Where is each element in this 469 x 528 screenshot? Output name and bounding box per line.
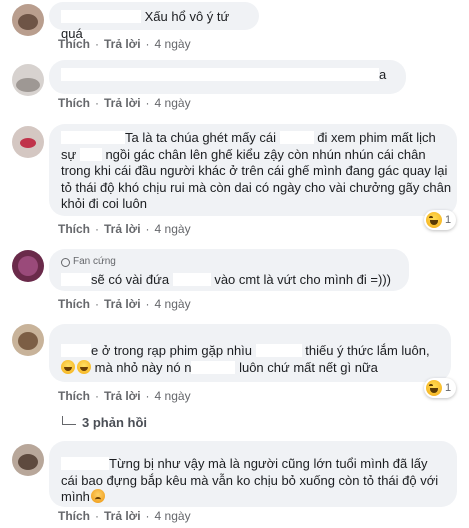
avatar[interactable] bbox=[12, 4, 44, 36]
comment-text: mình bbox=[61, 489, 90, 504]
reply-arrow-icon bbox=[62, 416, 76, 425]
comment-bubble: Fan cứng sẽ có vài đứa vào cmt là vứt ch… bbox=[49, 249, 409, 291]
redacted-text bbox=[191, 360, 236, 374]
like-link[interactable]: Thích bbox=[58, 389, 90, 403]
comment-actions: Thích · Trả lời · 4 ngày bbox=[58, 297, 191, 311]
comment-actions: Thích · Trả lời · 4 ngày bbox=[58, 96, 191, 110]
comment-text: cái bao đựng bắp kêu mà vẫn ko chịu bỏ x… bbox=[61, 472, 439, 488]
badge-icon bbox=[61, 257, 70, 267]
comment-actions: Thích · Trả lời · 4 ngày bbox=[58, 37, 191, 51]
redacted-name bbox=[61, 131, 125, 144]
redacted-text bbox=[255, 344, 302, 357]
reply-link[interactable]: Trả lời bbox=[104, 37, 141, 51]
timestamp[interactable]: 4 ngày bbox=[155, 222, 191, 236]
reply-link[interactable]: Trả lời bbox=[104, 509, 141, 523]
reply-link[interactable]: Trả lời bbox=[104, 222, 141, 236]
comment-bubble: Từng bị như vậy mà là người cũng lớn tuổ… bbox=[49, 441, 457, 507]
haha-reaction-icon bbox=[426, 212, 442, 228]
comment-bubble: Ta là ta chúa ghét mấy cái đi xem phim m… bbox=[49, 124, 457, 216]
laughing-emoji-icon bbox=[61, 359, 75, 374]
comment-text: đi xem phim mất lịch bbox=[313, 130, 436, 145]
comment-text: khỏi đi coi luôn bbox=[61, 196, 147, 211]
reaction-summary[interactable]: 1 bbox=[424, 210, 457, 230]
reaction-summary[interactable]: 1 bbox=[424, 378, 457, 398]
redacted-text bbox=[79, 147, 102, 161]
reaction-count: 1 bbox=[445, 214, 452, 226]
haha-reaction-icon bbox=[426, 380, 442, 396]
avatar[interactable] bbox=[12, 444, 44, 476]
avatar[interactable] bbox=[12, 64, 44, 96]
comment-bubble: e ở trong rạp phim gặp nhìu thiếu ý thức… bbox=[49, 324, 451, 382]
redacted-text bbox=[279, 131, 314, 144]
comment-actions: Thích · Trả lời · 4 ngày bbox=[58, 509, 191, 523]
comment-text: Ta là ta chúa ghét mấy cái bbox=[125, 130, 280, 145]
comment-text: e ở trong rạp phim gặp nhìu bbox=[91, 343, 256, 358]
comment-text: mà nhỏ này nó n bbox=[91, 359, 192, 375]
comment-actions: Thích · Trả lời · 4 ngày bbox=[58, 389, 191, 403]
comment-text: ngồi gác chân lên ghế kiểu zậy còn nhún … bbox=[101, 146, 426, 162]
comment-text: luôn chứ mất nết gì nữa bbox=[235, 359, 378, 375]
redacted-name bbox=[61, 457, 109, 470]
avatar[interactable] bbox=[12, 324, 44, 356]
redacted-name bbox=[61, 272, 91, 286]
avatar[interactable] bbox=[12, 126, 44, 158]
comment-text: vào cmt là vứt cho mình đi =))) bbox=[210, 271, 391, 287]
comment-bubble: Xấu hổ vô ý tứ quá bbox=[49, 2, 259, 41]
like-link[interactable]: Thích bbox=[58, 222, 90, 236]
redacted-text bbox=[61, 68, 379, 81]
comment-bubble: a bbox=[49, 60, 406, 94]
timestamp[interactable]: 4 ngày bbox=[155, 509, 191, 523]
reaction-count: 1 bbox=[445, 382, 452, 394]
laughing-emoji-icon bbox=[77, 359, 91, 374]
redacted-text bbox=[172, 272, 211, 286]
comment-text: Từng bị như vậy mà là người cũng lớn tuổ… bbox=[109, 456, 428, 471]
comment-text: tỏ thái độ khó chịu rui mà còn dai có ng… bbox=[61, 179, 452, 195]
view-replies-link[interactable]: 3 phản hồi bbox=[62, 415, 147, 430]
reply-link[interactable]: Trả lời bbox=[104, 389, 141, 403]
comment-text: a bbox=[379, 67, 387, 82]
timestamp[interactable]: 4 ngày bbox=[155, 297, 191, 311]
comment-text: thiếu ý thức lắm luôn, bbox=[301, 343, 430, 358]
fan-badge: Fan cứng bbox=[61, 254, 397, 271]
frowning-emoji-icon bbox=[90, 489, 105, 503]
redacted-name bbox=[61, 344, 91, 357]
reply-link[interactable]: Trả lời bbox=[104, 297, 141, 311]
like-link[interactable]: Thích bbox=[58, 37, 90, 51]
redacted-name bbox=[61, 10, 141, 23]
timestamp[interactable]: 4 ngày bbox=[155, 96, 191, 110]
like-link[interactable]: Thích bbox=[58, 96, 90, 110]
comment-text: trong khi cái đầu người khác ở trên cái … bbox=[61, 163, 448, 178]
timestamp[interactable]: 4 ngày bbox=[155, 389, 191, 403]
avatar[interactable] bbox=[12, 250, 44, 282]
comment-text: sẽ có vài đứa bbox=[91, 271, 173, 287]
comment-actions: Thích · Trả lời · 4 ngày bbox=[58, 222, 191, 236]
like-link[interactable]: Thích bbox=[58, 297, 90, 311]
reply-link[interactable]: Trả lời bbox=[104, 96, 141, 110]
comment-text: sự bbox=[61, 146, 80, 162]
like-link[interactable]: Thích bbox=[58, 509, 90, 523]
timestamp[interactable]: 4 ngày bbox=[155, 37, 191, 51]
